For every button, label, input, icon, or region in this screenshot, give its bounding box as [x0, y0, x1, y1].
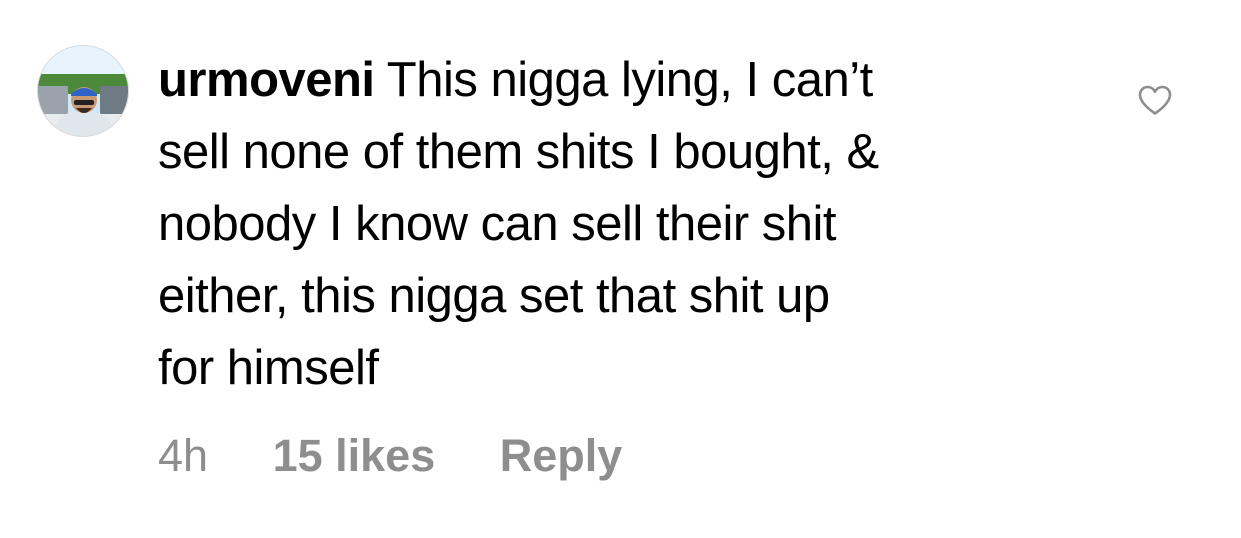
heart-icon[interactable]	[1137, 84, 1173, 116]
comment-line-4: either, this nigga set that shit up	[158, 269, 830, 323]
comment-line-1: urmoveni This nigga lying, I can’t	[158, 44, 1058, 116]
comment-text-segment: This nigga lying, I can’t	[386, 53, 873, 107]
comment-line-3: nobody I know can sell their shit	[158, 197, 837, 251]
comment-line-2: sell none of them shits I bought, &	[158, 125, 879, 179]
username-link[interactable]: urmoveni	[158, 53, 375, 107]
comment-line-5: for himself	[158, 341, 379, 395]
comment: urmoveni This nigga lying, I can’t sell …	[0, 0, 1241, 538]
avatar[interactable]	[37, 45, 129, 137]
avatar-photo	[38, 46, 128, 136]
comment-timestamp: 4h	[158, 430, 209, 481]
likes-count[interactable]: 15 likes	[273, 426, 436, 486]
reply-button[interactable]: Reply	[500, 426, 623, 486]
comment-text: urmoveni This nigga lying, I can’t sell …	[158, 44, 1058, 404]
comment-meta: 4h 15 likes Reply	[158, 426, 622, 486]
